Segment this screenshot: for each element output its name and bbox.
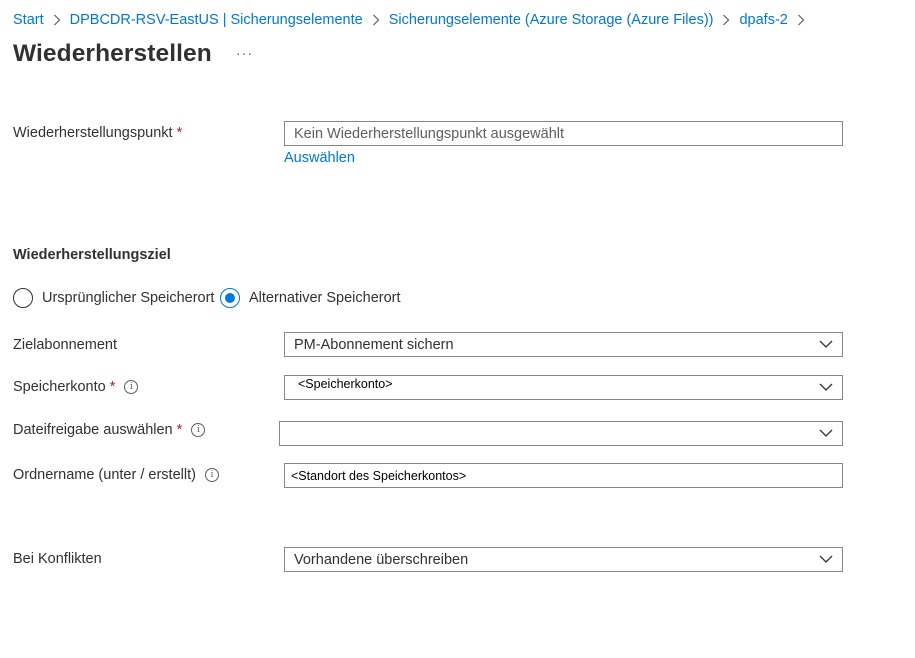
storage-account-label: Speicherkonto * i (13, 379, 139, 395)
subscription-label: Zielabonnement (13, 337, 117, 353)
folder-name-label-text: Ordnername (unter / erstellt) (13, 467, 196, 483)
conflicts-label-text: Bei Konflikten (13, 551, 102, 567)
radio-alternate-location-label: Alternativer Speicherort (249, 290, 401, 306)
restore-point-label: Wiederherstellungspunkt * (13, 125, 182, 141)
restore-point-placeholder: Kein Wiederherstellungspunkt ausgewählt (294, 125, 565, 142)
chevron-down-icon (819, 428, 833, 438)
breadcrumb: Start DPBCDR-RSV-EastUS | Sicherungselem… (13, 10, 814, 30)
conflicts-value: Vorhandene überschreiben (294, 551, 469, 568)
folder-name-value: <Standort des Speicherkontos> (291, 468, 467, 483)
conflicts-dropdown[interactable]: Vorhandene überschreiben (284, 547, 843, 572)
chevron-down-icon (819, 554, 833, 564)
subscription-value: PM-Abonnement sichern (294, 336, 454, 353)
radio-button-checked[interactable] (220, 288, 240, 308)
breadcrumb-item-start[interactable]: Start (13, 12, 44, 28)
radio-alternate-location[interactable]: Alternativer Speicherort (220, 288, 401, 308)
info-icon[interactable]: i (204, 468, 219, 482)
subscription-label-text: Zielabonnement (13, 337, 117, 353)
breadcrumb-item-dpafs[interactable]: dpafs-2 (739, 12, 787, 28)
radio-original-location-label: Ursprünglicher Speicherort (42, 290, 215, 306)
radio-dot (225, 293, 235, 303)
required-mark: * (176, 422, 183, 438)
chevron-down-icon (819, 382, 833, 392)
storage-account-dropdown[interactable]: <Speicherkonto> (284, 375, 843, 400)
restore-point-label-text: Wiederherstellungspunkt (13, 125, 173, 141)
file-share-dropdown[interactable] (279, 421, 843, 446)
select-restore-point-link[interactable]: Auswählen (284, 150, 355, 166)
storage-account-value: <Speicherkonto> (298, 377, 393, 391)
restore-point-input[interactable]: Kein Wiederherstellungspunkt ausgewählt (284, 121, 843, 146)
breadcrumb-item-backup-items[interactable]: Sicherungselemente (Azure Storage (Azure… (389, 12, 714, 28)
chevron-right-icon (53, 14, 61, 26)
required-mark: * (176, 125, 183, 141)
required-mark: * (109, 379, 116, 395)
restore-target-heading: Wiederherstellungsziel (13, 247, 171, 263)
storage-account-label-text: Speicherkonto (13, 379, 106, 395)
chevron-right-icon (372, 14, 380, 26)
folder-name-label: Ordnername (unter / erstellt) i (13, 467, 219, 483)
file-share-label-text: Dateifreigabe auswählen (13, 422, 173, 438)
info-icon[interactable]: i (191, 423, 206, 437)
subscription-dropdown[interactable]: PM-Abonnement sichern (284, 332, 843, 357)
more-options-button[interactable]: ··· (236, 45, 253, 61)
info-icon[interactable]: i (124, 380, 139, 394)
file-share-label: Dateifreigabe auswählen * i (13, 422, 206, 438)
chevron-down-icon (819, 339, 833, 349)
folder-name-input[interactable]: <Standort des Speicherkontos> (284, 463, 843, 488)
conflicts-label: Bei Konflikten (13, 551, 102, 567)
radio-original-location[interactable]: Ursprünglicher Speicherort (13, 288, 214, 308)
breadcrumb-item-vault[interactable]: DPBCDR-RSV-EastUS | Sicherungselemente (70, 12, 363, 28)
radio-button-unchecked[interactable] (13, 288, 33, 308)
chevron-right-icon (797, 14, 805, 26)
page-title: Wiederherstellen (13, 40, 212, 67)
chevron-right-icon (722, 14, 730, 26)
